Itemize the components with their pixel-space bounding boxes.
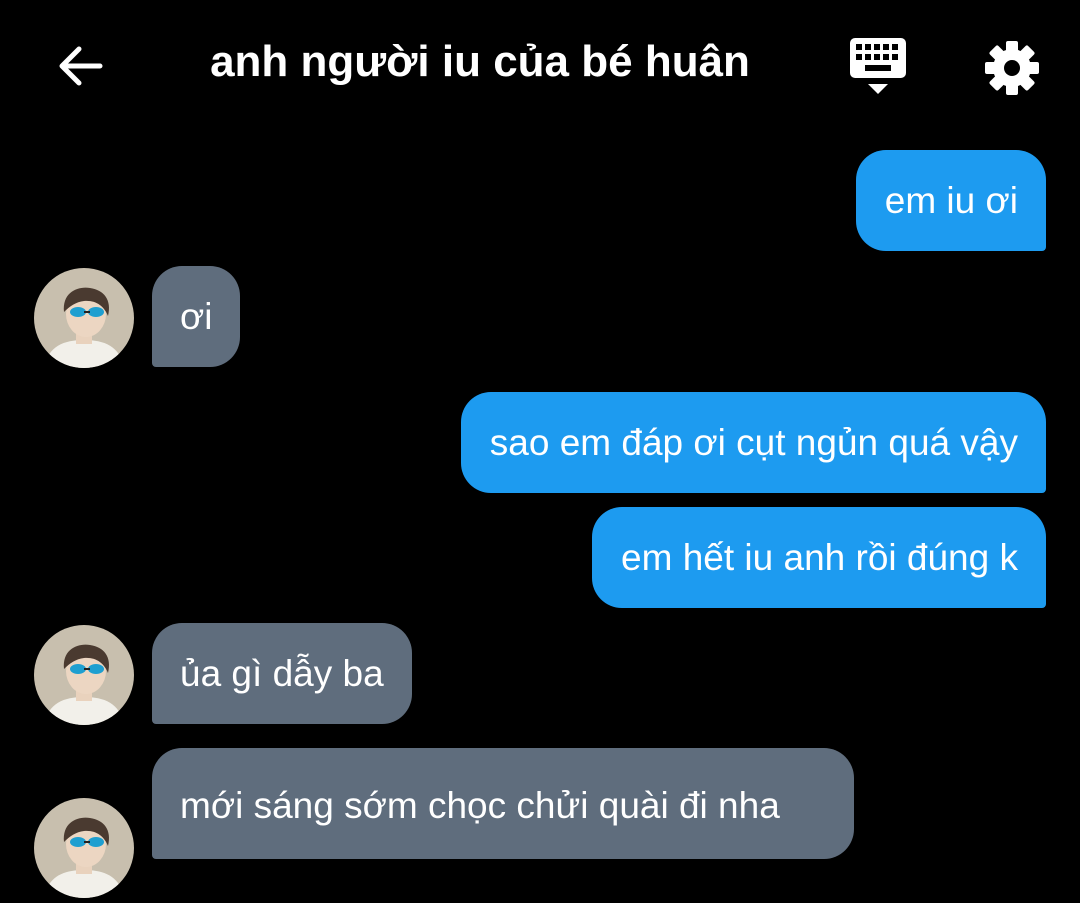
chat-title: anh người iu của bé huân [210,37,750,86]
chat-header: anh người iu của bé huân [0,0,1080,125]
avatar[interactable] [34,625,134,725]
message-bubble-received[interactable]: mới sáng sớm chọc chửi quài đi nha [152,748,854,859]
keyboard-icon [850,38,906,94]
message-bubble-received[interactable]: ơi [152,266,241,367]
message-bubble-sent[interactable]: sao em đáp ơi cụt ngủn quá vậy [460,392,1046,493]
message-bubble-sent[interactable]: em iu ơi [855,150,1046,251]
message-bubble-received[interactable]: ủa gì dẫy ba [152,623,412,724]
back-button[interactable] [50,36,110,96]
avatar[interactable] [34,268,134,368]
gear-icon [985,41,1039,95]
avatar[interactable] [34,798,134,898]
keyboard-button[interactable] [845,34,911,98]
arrow-left-icon [59,46,103,86]
message-bubble-sent[interactable]: em hết iu anh rồi đúng k [592,507,1046,608]
settings-button[interactable] [980,36,1044,100]
